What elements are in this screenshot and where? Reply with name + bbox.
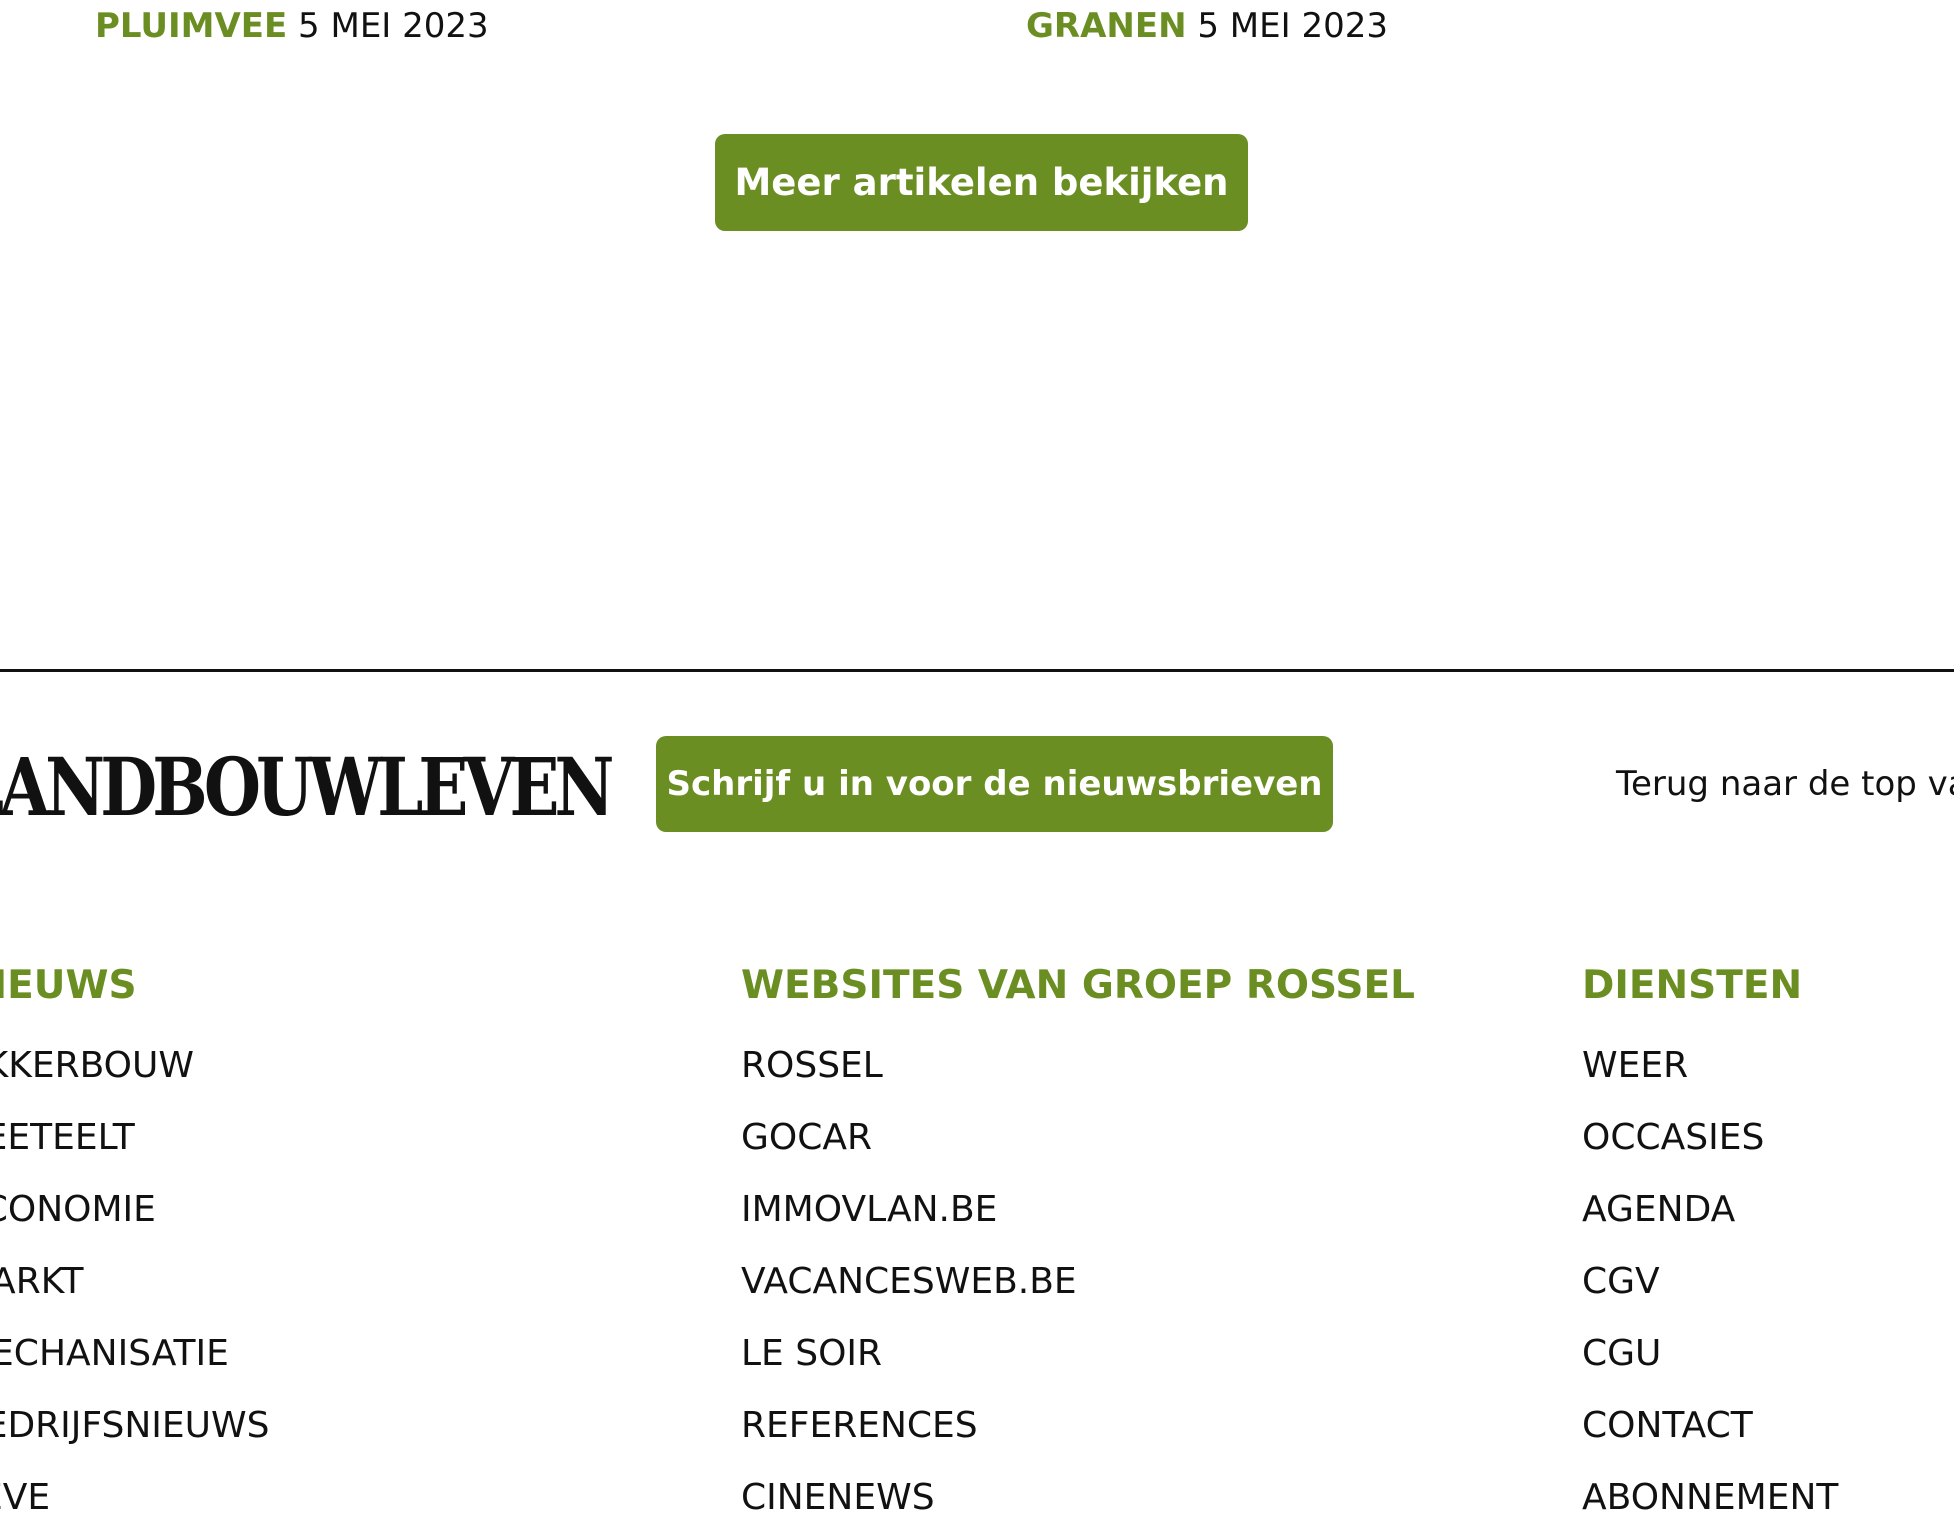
footer-column-heading: NIEUWS (0, 963, 137, 1008)
footer-link[interactable]: GOCAR (741, 1102, 1415, 1174)
footer-link[interactable]: CGV (1582, 1246, 1838, 1318)
footer-link[interactable]: WEER (1582, 1030, 1838, 1102)
footer-link[interactable]: VEETEELT (0, 1102, 269, 1174)
article-meta: PLUIMVEE 5 MEI 2023 (95, 4, 489, 48)
footer-link[interactable]: REFERENCES (741, 1390, 1415, 1462)
footer-divider (0, 669, 1954, 672)
footer-link[interactable]: BEDRIJFSNIEUWS (0, 1390, 269, 1462)
article-date: 5 MEI 2023 (1197, 6, 1388, 46)
footer-column-services: DIENSTEN WEER OCCASIES AGENDA CGV CGU CO… (1582, 958, 1838, 1514)
footer-link[interactable]: MARKT (0, 1246, 269, 1318)
newsletter-signup-button[interactable]: Schrijf u in voor de nieuwsbrieven (656, 736, 1333, 832)
footer-link[interactable]: LE SOIR (741, 1318, 1415, 1390)
footer-column-heading: DIENSTEN (1582, 963, 1803, 1008)
back-to-top-link[interactable]: Terug naar de top van de pagina (1616, 762, 1954, 806)
footer-link[interactable]: OCCASIES (1582, 1102, 1838, 1174)
footer-link[interactable]: IMMOVLAN.BE (741, 1174, 1415, 1246)
footer-link[interactable]: MECHANISATIE (0, 1318, 269, 1390)
footer-link[interactable]: CGU (1582, 1318, 1838, 1390)
footer-link[interactable]: AGENDA (1582, 1174, 1838, 1246)
footer-link-list: WEER OCCASIES AGENDA CGV CGU CONTACT ABO… (1582, 1030, 1838, 1514)
footer-link[interactable]: CINENEWS (741, 1462, 1415, 1514)
footer-link[interactable]: ROSSEL (741, 1030, 1415, 1102)
article-category-link[interactable]: PLUIMVEE (95, 6, 287, 46)
footer-link-list: ROSSEL GOCAR IMMOVLAN.BE VACANCESWEB.BE … (741, 1030, 1415, 1514)
footer-link-list: AKKERBOUW VEETEELT ECONOMIE MARKT MECHAN… (0, 1030, 269, 1514)
footer-link[interactable]: VACANCESWEB.BE (741, 1246, 1415, 1318)
article-meta: GRANEN 5 MEI 2023 (1026, 4, 1388, 48)
footer-link[interactable]: AKKERBOUW (0, 1030, 269, 1102)
footer-link[interactable]: CONTACT (1582, 1390, 1838, 1462)
footer-column-heading: WEBSITES VAN GROEP ROSSEL (741, 963, 1415, 1008)
footer-column-websites: WEBSITES VAN GROEP ROSSEL ROSSEL GOCAR I… (741, 958, 1415, 1514)
footer-link[interactable]: LEVE (0, 1462, 269, 1514)
footer-column-news: NIEUWS AKKERBOUW VEETEELT ECONOMIE MARKT… (0, 958, 269, 1514)
article-category-link[interactable]: GRANEN (1026, 6, 1187, 46)
site-logo[interactable]: LANDBOUWLEVEN (0, 742, 615, 832)
footer-link[interactable]: ECONOMIE (0, 1174, 269, 1246)
footer-link[interactable]: ABONNEMENT (1582, 1462, 1838, 1514)
more-articles-button[interactable]: Meer artikelen bekijken (715, 134, 1248, 231)
article-date: 5 MEI 2023 (298, 6, 489, 46)
page: PLUIMVEE 5 MEI 2023 GRANEN 5 MEI 2023 Me… (0, 0, 1954, 1514)
